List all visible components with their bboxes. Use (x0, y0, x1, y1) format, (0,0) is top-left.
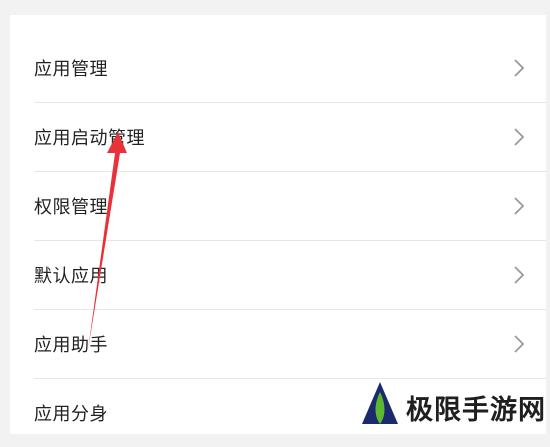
menu-item-label: 应用管理 (34, 58, 108, 80)
menu-item-app-management[interactable]: 应用管理 (34, 33, 546, 103)
chevron-right-icon (514, 265, 525, 284)
chevron-right-icon (514, 127, 525, 146)
menu-item-label: 应用启动管理 (34, 127, 145, 149)
menu-item-permission-management[interactable]: 权限管理 (34, 171, 546, 241)
watermark: 极限手游网 (360, 376, 550, 434)
chevron-right-icon (514, 58, 525, 77)
menu-item-label: 应用分身 (34, 403, 108, 425)
menu-item-default-apps[interactable]: 默认应用 (34, 240, 546, 310)
menu-item-label: 权限管理 (34, 196, 108, 218)
chevron-right-icon (514, 196, 525, 215)
menu-item-label: 应用助手 (34, 334, 108, 356)
menu-item-label: 默认应用 (34, 265, 108, 287)
settings-list: 应用管理 应用启动管理 权限管理 默认应用 应用助手 应用分身 (10, 15, 546, 434)
menu-item-app-launch-management[interactable]: 应用启动管理 (34, 102, 546, 172)
menu-item-app-assistant[interactable]: 应用助手 (34, 309, 546, 379)
chevron-right-icon (514, 334, 525, 353)
site-logo-icon (362, 382, 398, 424)
watermark-text: 极限手游网 (406, 395, 546, 426)
